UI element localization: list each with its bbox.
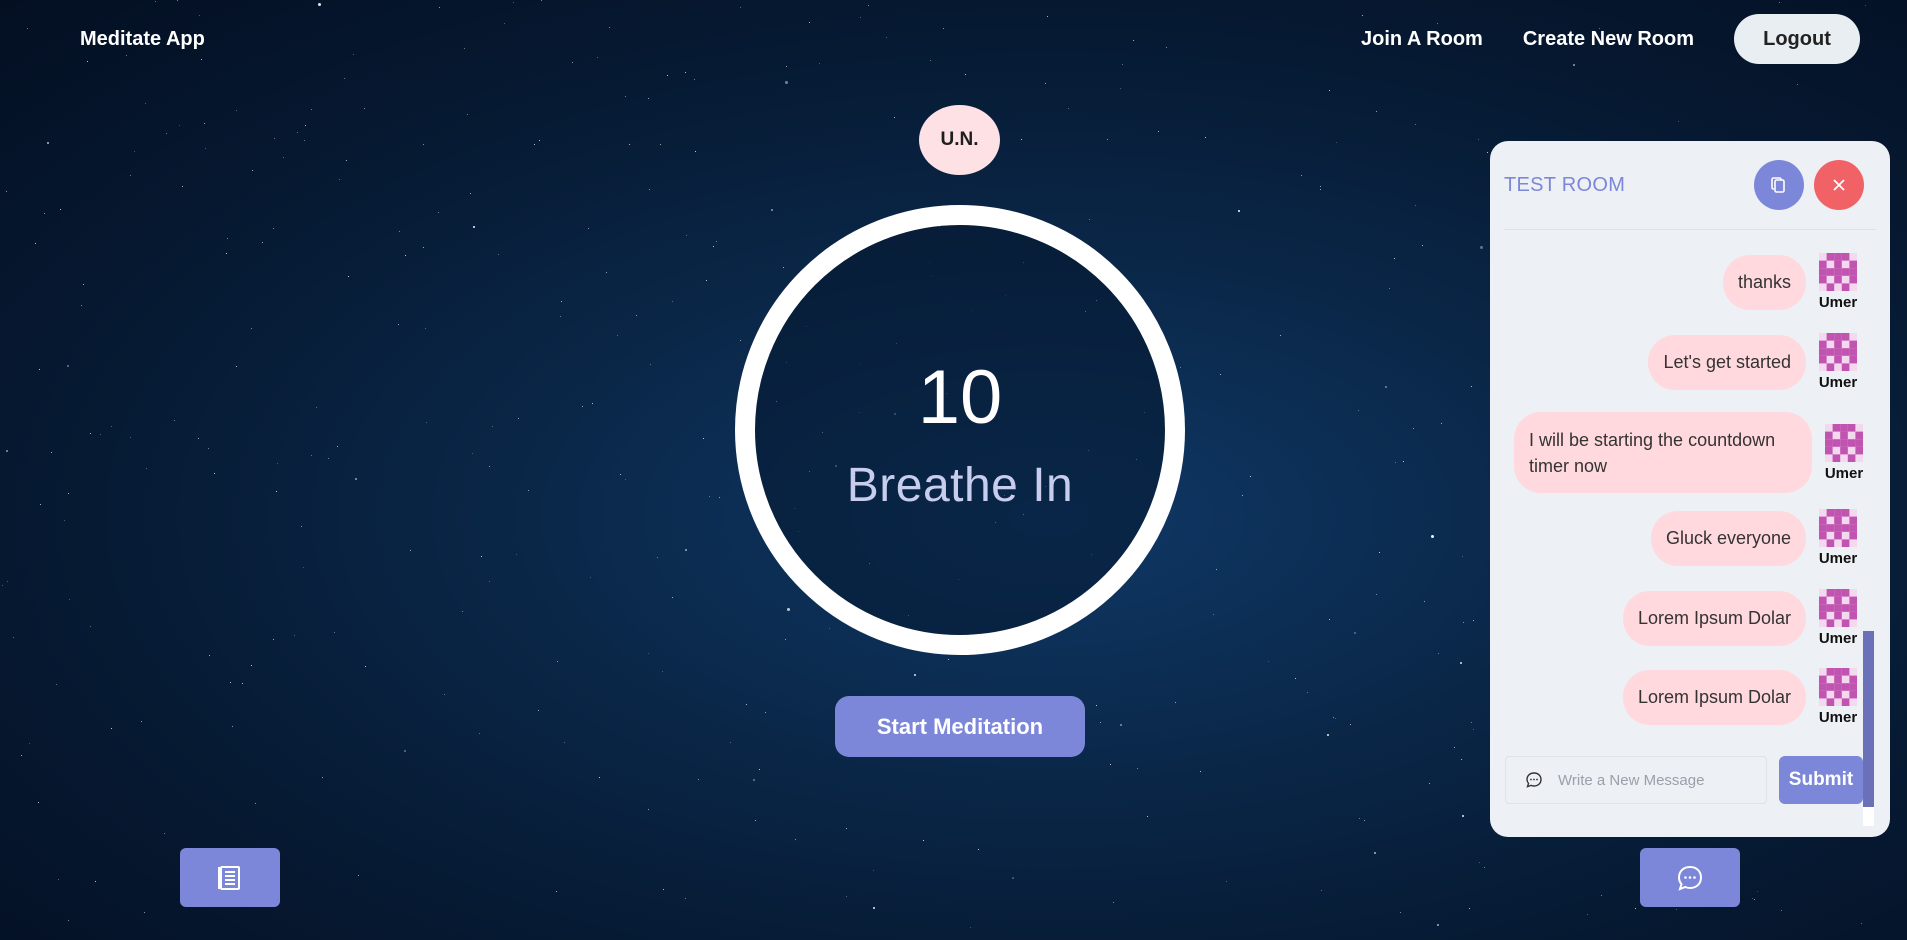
chat-message: Lorem Ipsum Dolar Umer (1622, 668, 1860, 726)
breathing-timer-circle: 10 Breathe In (735, 205, 1185, 655)
avatar-icon (1819, 668, 1857, 706)
chat-message: Let's get started Umer (1648, 333, 1860, 391)
message-input-field[interactable] (1505, 756, 1767, 804)
toggle-chat-button[interactable] (1640, 848, 1740, 907)
avatar-icon (1819, 589, 1857, 627)
timer-count: 10 (917, 354, 1003, 440)
breath-phase-label: Breathe In (846, 458, 1074, 512)
message-author: Umer (1816, 253, 1860, 311)
author-name: Umer (1818, 709, 1858, 726)
close-chat-button[interactable] (1814, 160, 1864, 210)
book-icon (218, 865, 240, 890)
author-name: Umer (1824, 464, 1864, 482)
chat-message: I will be starting the countdown timer n… (1514, 412, 1866, 493)
message-bubble: Lorem Ipsum Dolar (1622, 590, 1806, 646)
message-author: Umer (1816, 509, 1860, 567)
message-bubble: thanks (1722, 254, 1806, 310)
avatar-icon (1825, 423, 1863, 462)
message-bubble: Let's get started (1648, 334, 1806, 390)
copy-room-button[interactable] (1754, 160, 1804, 210)
message-author: Umer (1816, 668, 1860, 726)
message-bubble: Gluck everyone (1650, 510, 1806, 566)
submit-message-button[interactable]: Submit (1779, 756, 1863, 804)
author-name: Umer (1818, 630, 1858, 647)
start-meditation-button[interactable]: Start Meditation (835, 696, 1085, 757)
author-name: Umer (1818, 294, 1858, 311)
chat-scrollbar-thumb[interactable] (1863, 631, 1874, 807)
chat-header: TEST ROOM (1504, 141, 1876, 230)
navbar: Join A Room Create New Room Logout (1361, 14, 1860, 64)
user-initials-badge: U.N. (919, 105, 1000, 175)
message-author: Umer (1816, 333, 1860, 391)
message-bubble: Lorem Ipsum Dolar (1622, 669, 1806, 725)
author-name: Umer (1818, 550, 1858, 567)
logout-button[interactable]: Logout (1734, 14, 1860, 64)
nav-link-join-room[interactable]: Join A Room (1361, 28, 1483, 51)
copy-icon (1771, 177, 1785, 193)
chat-message: Lorem Ipsum Dolar Umer (1622, 589, 1860, 647)
author-name: Umer (1818, 374, 1858, 391)
chat-message: thanks Umer (1722, 253, 1860, 311)
avatar-icon (1819, 509, 1857, 547)
message-author: Umer (1816, 589, 1860, 647)
close-icon (1833, 179, 1845, 191)
chat-message: Gluck everyone Umer (1650, 509, 1860, 567)
message-author: Umer (1822, 423, 1866, 482)
message-icon (1526, 772, 1542, 788)
message-input[interactable] (1556, 770, 1760, 790)
chat-panel: TEST ROOM thanks Umer Let's get started … (1490, 141, 1890, 837)
avatar-icon (1819, 253, 1857, 291)
chat-scrollbar[interactable] (1863, 631, 1874, 826)
bottom-left-button[interactable] (180, 848, 280, 907)
chat-room-title: TEST ROOM (1504, 173, 1626, 196)
nav-link-create-room[interactable]: Create New Room (1523, 28, 1694, 51)
avatar-icon (1819, 333, 1857, 371)
message-bubble: I will be starting the countdown timer n… (1514, 412, 1812, 493)
chat-bubble-icon (1677, 865, 1703, 891)
brand-logo[interactable]: Meditate App (80, 28, 205, 51)
